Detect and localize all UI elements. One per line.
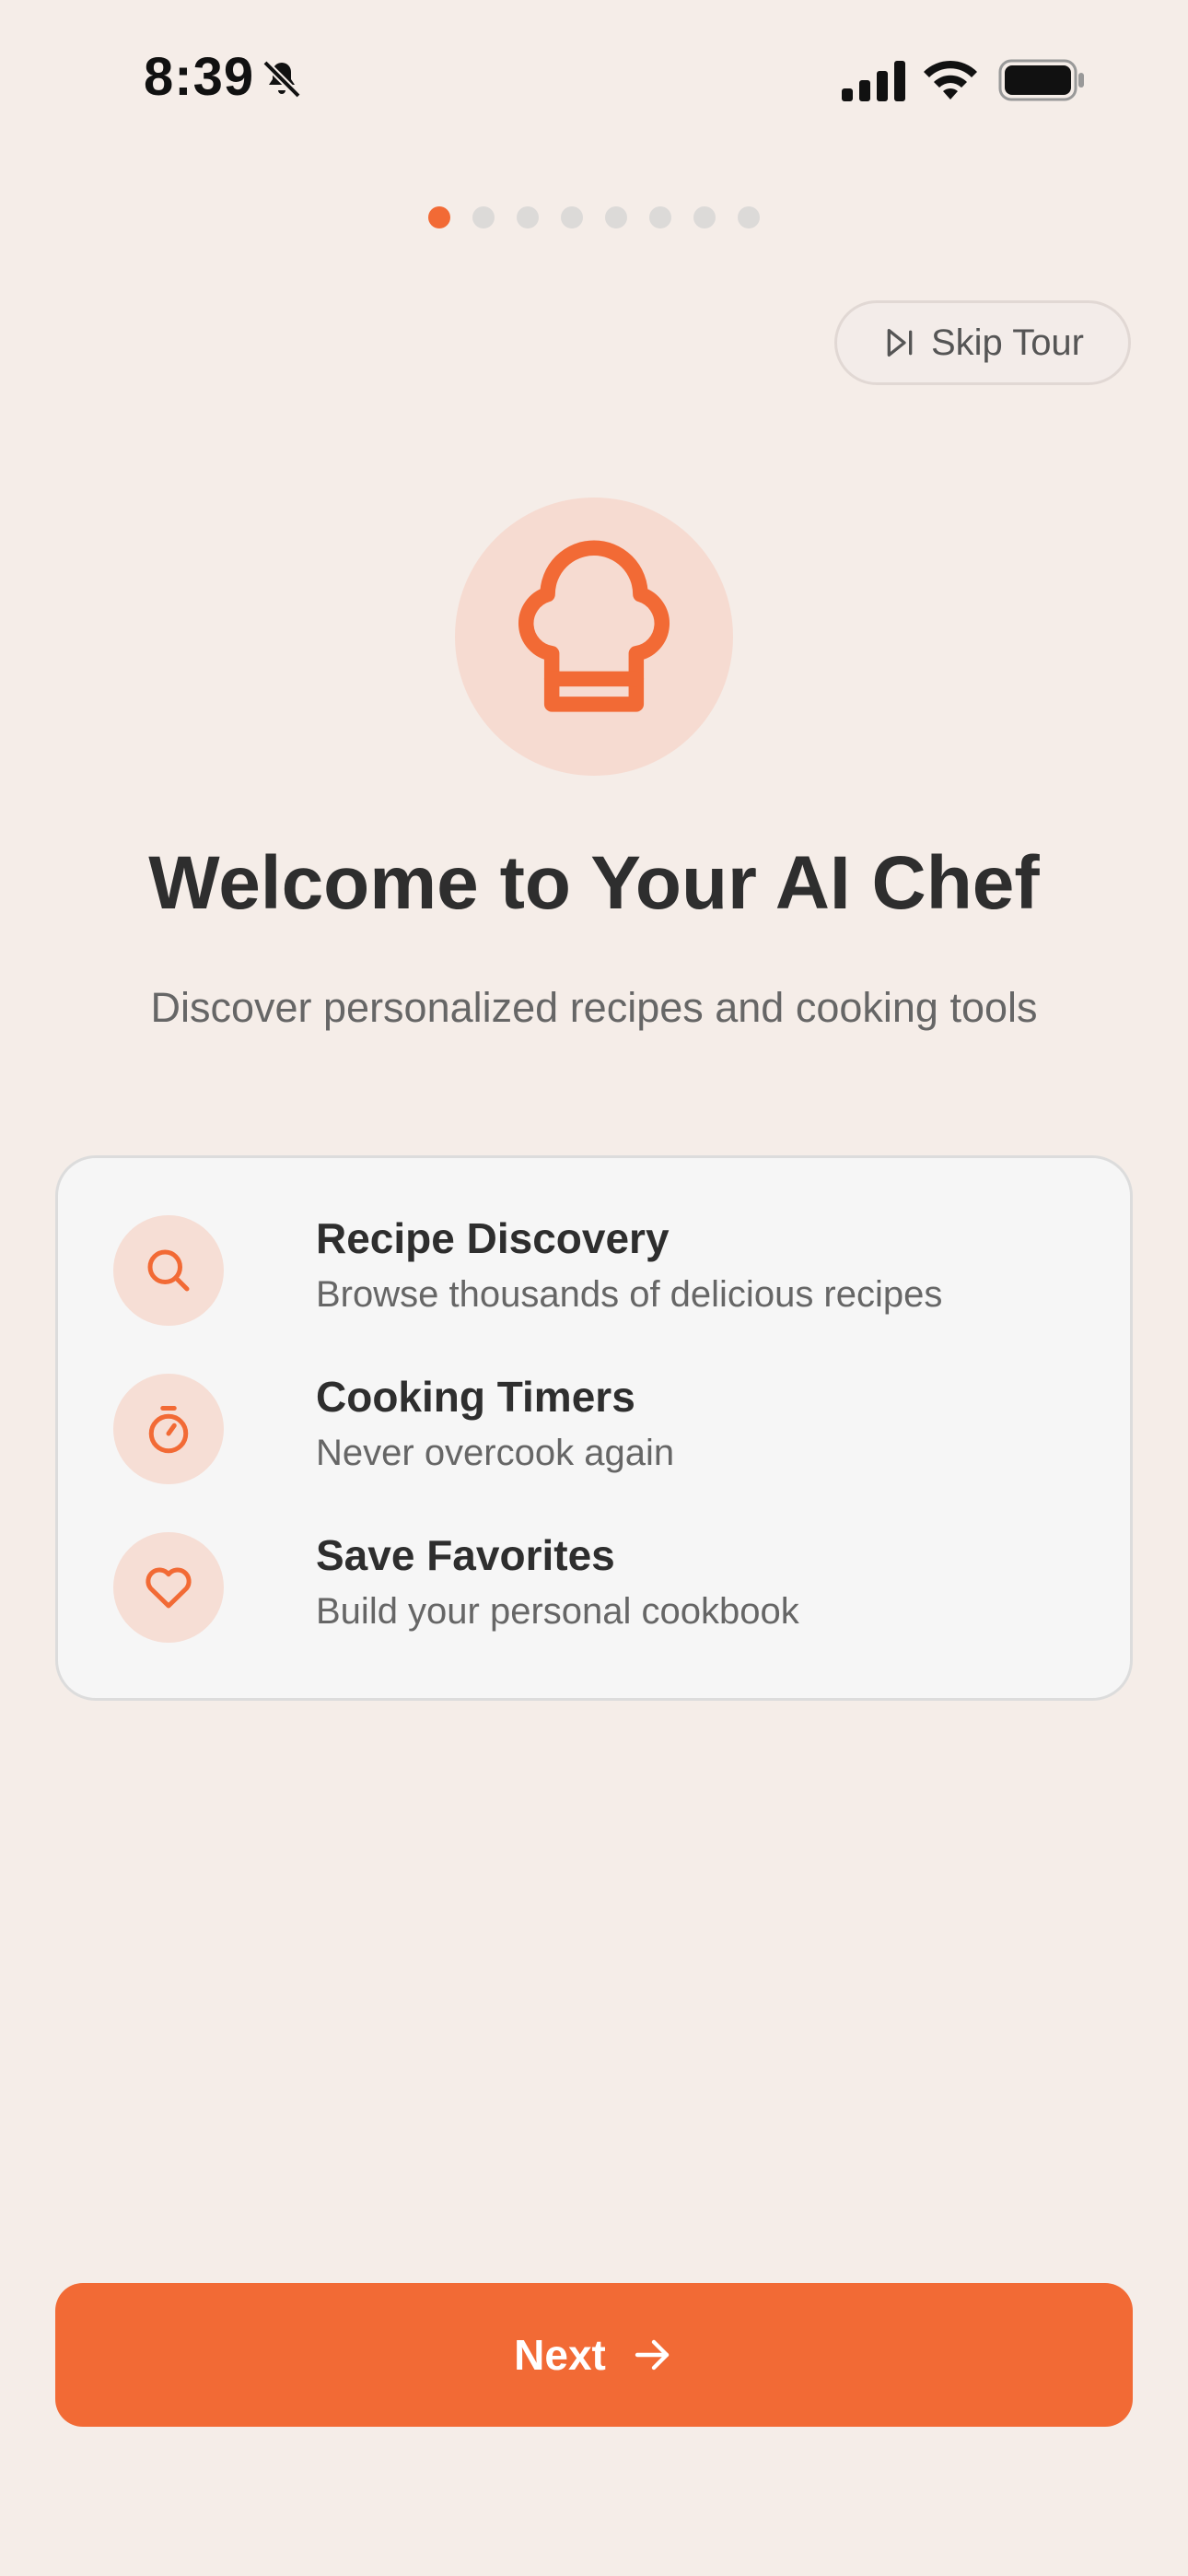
page-dot — [605, 206, 627, 228]
page-dot — [693, 206, 716, 228]
page-dot — [649, 206, 671, 228]
feature-cooking-timers: Cooking Timers Never overcook again — [113, 1373, 1089, 1493]
battery-icon — [998, 59, 1084, 101]
hero-icon-circle — [455, 498, 733, 776]
page-indicator — [0, 206, 1188, 228]
feature-title: Cooking Timers — [316, 1373, 635, 1421]
bell-muted-icon — [262, 60, 301, 99]
page-dot-active — [428, 206, 450, 228]
feature-save-favorites: Save Favorites Build your personal cookb… — [113, 1531, 1089, 1652]
feature-icon-circle — [113, 1374, 224, 1484]
status-bar: 8:39 — [0, 0, 1188, 157]
feature-title: Recipe Discovery — [316, 1214, 670, 1262]
page-title: Welcome to Your AI Chef — [148, 841, 1040, 925]
page-subtitle: Discover personalized recipes and cookin… — [150, 984, 1038, 1031]
features-card: Recipe Discovery Browse thousands of del… — [55, 1155, 1133, 1701]
skip-tour-button[interactable]: Skip Tour — [834, 300, 1131, 385]
next-button-label: Next — [514, 2331, 606, 2379]
feature-recipe-discovery: Recipe Discovery Browse thousands of del… — [113, 1214, 1089, 1335]
arrow-right-icon — [635, 2339, 670, 2371]
search-icon — [147, 1249, 190, 1292]
skip-forward-icon — [887, 329, 913, 357]
next-button[interactable]: Next — [55, 2283, 1133, 2427]
cellular-signal-icon — [842, 61, 905, 101]
page-dot — [472, 206, 495, 228]
feature-icon-circle — [113, 1532, 224, 1643]
wifi-icon — [924, 60, 977, 100]
status-time: 8:39 — [144, 47, 255, 107]
feature-icon-circle — [113, 1215, 224, 1326]
page-dot — [517, 206, 539, 228]
heart-icon — [146, 1567, 192, 1609]
feature-description: Browse thousands of delicious recipes — [316, 1274, 943, 1315]
feature-description: Never overcook again — [316, 1433, 675, 1473]
page-dot — [738, 206, 760, 228]
page-dot — [561, 206, 583, 228]
skip-tour-label: Skip Tour — [930, 322, 1084, 363]
feature-description: Build your personal cookbook — [316, 1591, 799, 1632]
chef-hat-icon — [518, 540, 670, 712]
feature-title: Save Favorites — [316, 1531, 615, 1579]
timer-icon — [148, 1406, 189, 1454]
